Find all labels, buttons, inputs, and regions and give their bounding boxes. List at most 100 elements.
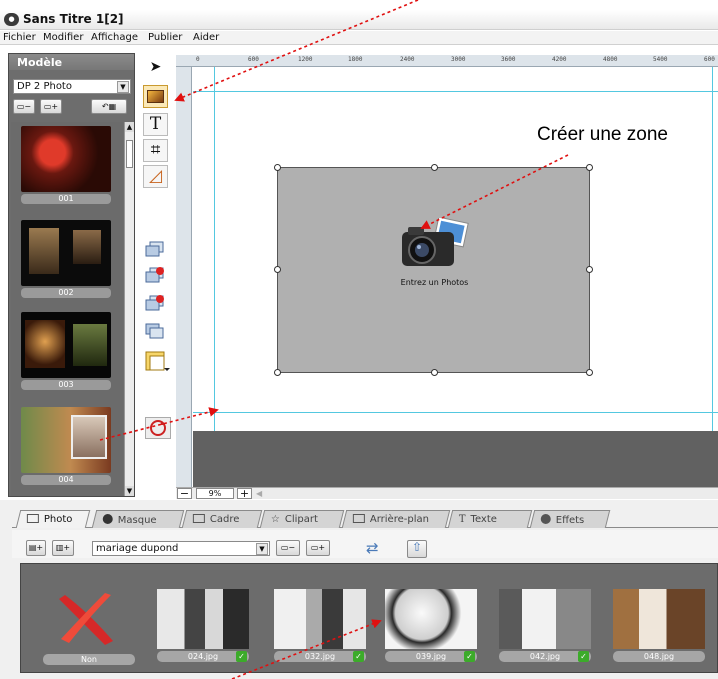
tab-masque[interactable]: Masque bbox=[91, 510, 185, 528]
add-folder-photos-button[interactable]: ▥+ bbox=[52, 540, 74, 556]
select-arrow-icon[interactable]: ➤ bbox=[143, 57, 168, 80]
photo-item[interactable]: 032.jpg ✓ bbox=[274, 589, 366, 662]
resize-handle[interactable] bbox=[274, 164, 281, 171]
template-label: 002 bbox=[21, 288, 111, 298]
title-bar: ● Sans Titre 1[2] bbox=[0, 10, 718, 30]
ruler-label: 0 bbox=[196, 56, 200, 63]
menu-fichier[interactable]: Fichier bbox=[3, 32, 36, 43]
layer-add-icon[interactable] bbox=[145, 267, 165, 284]
check-icon: ✓ bbox=[464, 651, 475, 662]
camera-photo-icon bbox=[402, 218, 469, 266]
template-item[interactable]: 003 bbox=[21, 312, 111, 390]
tab-arriere-plan[interactable]: Arrière-plan bbox=[341, 510, 451, 528]
scroll-up-icon[interactable]: ▲ bbox=[125, 122, 134, 132]
menu-publier[interactable]: Publier bbox=[148, 32, 182, 43]
resize-handle[interactable] bbox=[586, 164, 593, 171]
folder-add-button[interactable]: ▭+ bbox=[306, 540, 330, 556]
zoom-bar: − 9% + ◀ bbox=[176, 487, 718, 499]
scroll-thumb[interactable] bbox=[126, 140, 133, 168]
template-list: 001 002 003 004 bbox=[11, 122, 123, 496]
tab-clipart[interactable]: ☆ Clipart bbox=[259, 510, 345, 528]
folder-remove-button[interactable]: ▭− bbox=[276, 540, 300, 556]
layer-forward-icon[interactable] bbox=[145, 241, 165, 258]
photo-item[interactable]: 042.jpg ✓ bbox=[499, 589, 591, 662]
template-thumbnail bbox=[21, 407, 111, 473]
template-item[interactable]: 001 bbox=[21, 126, 111, 204]
photo-item[interactable]: 048.jpg bbox=[613, 589, 705, 662]
menu-modifier[interactable]: Modifier bbox=[43, 32, 83, 43]
template-thumbnail bbox=[21, 312, 111, 378]
template-panel: Modèle DP 2 Photo ▼ ▭− ▭+ ↶▦ 001 002 003 bbox=[8, 53, 135, 497]
crop-icon[interactable]: ⌗ bbox=[143, 139, 168, 162]
ruler-label: 4200 bbox=[552, 56, 567, 63]
photo-placeholder-zone[interactable]: Entrez un Photos bbox=[274, 164, 593, 376]
folder-add-button[interactable]: ▭+ bbox=[40, 99, 62, 114]
resize-handle[interactable] bbox=[274, 266, 281, 273]
menu-aider[interactable]: Aider bbox=[193, 32, 219, 43]
preset-select[interactable]: DP 2 Photo ▼ bbox=[13, 79, 131, 94]
layer-back-icon[interactable] bbox=[145, 323, 165, 340]
photo-thumbnail bbox=[157, 589, 249, 649]
tool-palette: ➤ T ⌗ ◿ bbox=[141, 55, 173, 495]
photo-icon bbox=[26, 514, 39, 523]
tab-cadre[interactable]: Cadre bbox=[181, 510, 263, 528]
template-thumbnail bbox=[21, 220, 111, 286]
ruler-label: 600 bbox=[248, 56, 259, 63]
scroll-left-icon[interactable]: ◀ bbox=[256, 489, 262, 498]
template-item[interactable]: 002 bbox=[21, 220, 111, 298]
effects-icon bbox=[540, 514, 551, 524]
resize-handle[interactable] bbox=[586, 266, 593, 273]
tab-photo[interactable]: Photo bbox=[15, 510, 91, 528]
layout-back-button[interactable]: ↶▦ bbox=[91, 99, 127, 114]
guide-line bbox=[712, 67, 713, 431]
ruler-vertical bbox=[176, 67, 192, 487]
resize-handle[interactable] bbox=[274, 369, 281, 376]
folder-remove-button[interactable]: ▭− bbox=[13, 99, 35, 114]
ruler-label: 1200 bbox=[298, 56, 313, 63]
resize-handle[interactable] bbox=[431, 164, 438, 171]
resize-handle[interactable] bbox=[431, 369, 438, 376]
resize-handle[interactable] bbox=[586, 369, 593, 376]
menu-bar: Fichier Modifier Affichage Publier Aider bbox=[0, 31, 718, 45]
check-icon: ✓ bbox=[236, 651, 247, 662]
preset-select-value: DP 2 Photo bbox=[17, 81, 72, 92]
add-photo-button[interactable]: ▤+ bbox=[26, 540, 46, 556]
template-label: 003 bbox=[21, 380, 111, 390]
menu-affichage[interactable]: Affichage bbox=[91, 32, 138, 43]
chevron-down-icon[interactable]: ▼ bbox=[117, 81, 129, 93]
photo-item[interactable]: 039.jpg ✓ bbox=[385, 589, 477, 662]
frame-icon bbox=[192, 514, 205, 523]
photo-item[interactable]: 024.jpg ✓ bbox=[157, 589, 249, 662]
photo-label: Non bbox=[43, 654, 135, 665]
swap-arrows-icon[interactable]: ⇄ bbox=[366, 539, 379, 557]
pasteboard-area bbox=[193, 431, 718, 487]
guide-line bbox=[193, 412, 718, 413]
photo-label: 042.jpg ✓ bbox=[499, 651, 591, 662]
check-icon: ✓ bbox=[578, 651, 589, 662]
template-item[interactable]: 004 bbox=[21, 407, 111, 485]
photo-frame-icon[interactable] bbox=[143, 85, 168, 108]
ruler-horizontal: 0 600 1200 1800 2400 3000 3600 4200 4800… bbox=[176, 55, 718, 67]
tab-texte[interactable]: T Texte bbox=[447, 510, 533, 528]
zoom-out-button[interactable]: − bbox=[177, 488, 192, 499]
ruler-label: 2400 bbox=[400, 56, 415, 63]
chevron-down-icon[interactable]: ▼ bbox=[256, 543, 268, 555]
photo-label: 032.jpg ✓ bbox=[274, 651, 366, 662]
photo-label: 039.jpg ✓ bbox=[385, 651, 477, 662]
triangle-ruler-icon[interactable]: ◿ bbox=[143, 165, 168, 188]
annotation-text: Créer une zone bbox=[537, 124, 668, 145]
scroll-down-icon[interactable]: ▼ bbox=[125, 486, 134, 496]
upload-icon[interactable]: ⇧ bbox=[407, 540, 427, 558]
zone-label: Entrez un Photos bbox=[400, 278, 469, 287]
zoom-value-field[interactable]: 9% bbox=[196, 488, 234, 499]
panel-header: Modèle bbox=[9, 54, 134, 70]
color-fill-icon[interactable] bbox=[145, 351, 171, 373]
photo-item-none[interactable]: Non bbox=[43, 589, 135, 665]
text-T-icon[interactable]: T bbox=[143, 113, 168, 136]
refresh-layout-icon[interactable] bbox=[145, 417, 171, 439]
tab-effets[interactable]: Effets bbox=[529, 510, 611, 528]
template-scrollbar[interactable]: ▲ ▼ bbox=[124, 122, 134, 496]
layer-remove-icon[interactable] bbox=[145, 295, 165, 312]
zoom-in-button[interactable]: + bbox=[237, 488, 252, 499]
album-select[interactable]: mariage dupond ▼ bbox=[92, 541, 270, 556]
